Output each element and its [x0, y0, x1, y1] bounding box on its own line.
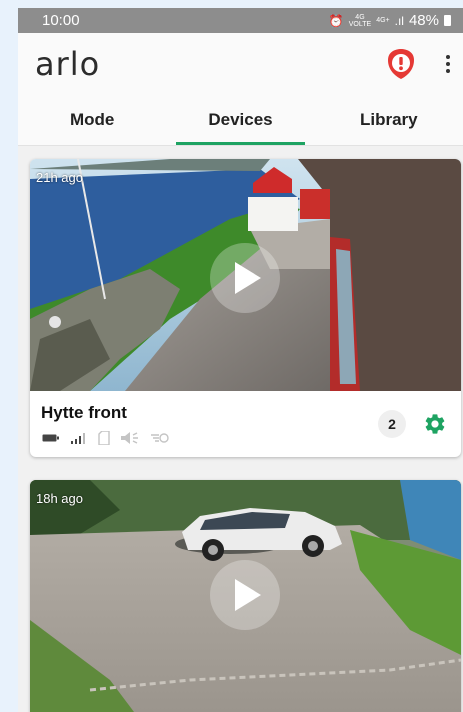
more-options-icon[interactable] [438, 48, 458, 80]
camera-thumbnail[interactable]: 21h ago [30, 159, 461, 391]
tab-bar: Mode Devices Library [18, 95, 463, 146]
app-bar: arlo [18, 33, 463, 95]
settings-gear-icon[interactable] [423, 412, 447, 436]
arlo-logo: arlo [35, 45, 101, 83]
battery-icon [42, 434, 59, 442]
camera-thumbnail[interactable]: 18h ago [30, 480, 461, 712]
motion-icon [151, 433, 169, 443]
camera-status-icons [42, 431, 170, 445]
phone-screen: 10:00 ⏰ 4G VOLTE 4G+ .ıl 48% arlo Mode De… [18, 8, 463, 712]
play-button[interactable] [210, 243, 280, 313]
camera-name: Hytte front [41, 403, 127, 422]
network-4g-plus-indicator: 4G+ [376, 17, 390, 24]
alert-shield-icon [388, 49, 414, 79]
play-button[interactable] [210, 560, 280, 630]
camera-card[interactable]: 21h ago Hytte front 2 [30, 159, 461, 457]
status-bar: 10:00 ⏰ 4G VOLTE 4G+ .ıl 48% [18, 8, 463, 33]
network-4g-indicator: 4G VOLTE [348, 13, 372, 28]
signal-icon: .ıl [394, 13, 404, 28]
camera-card[interactable]: 18h ago [30, 480, 461, 712]
speaker-icon [121, 432, 138, 444]
tab-devices[interactable]: Devices [166, 95, 314, 145]
tab-library[interactable]: Library [315, 95, 463, 145]
status-indicators: ⏰ 4G VOLTE 4G+ .ıl 48% [329, 12, 451, 29]
battery-icon [444, 15, 451, 26]
last-seen-time: 21h ago [36, 170, 83, 185]
tab-mode[interactable]: Mode [18, 95, 166, 145]
camera-info: Hytte front 2 [30, 391, 461, 457]
status-time: 10:00 [42, 12, 80, 29]
alert-button[interactable] [385, 48, 417, 80]
alarm-icon: ⏰ [328, 13, 344, 28]
signal-icon [71, 433, 85, 444]
battery-percent: 48% [408, 12, 439, 29]
recordings-count-badge[interactable]: 2 [378, 410, 406, 438]
last-seen-time: 18h ago [36, 491, 83, 506]
sd-card-icon [98, 431, 110, 445]
